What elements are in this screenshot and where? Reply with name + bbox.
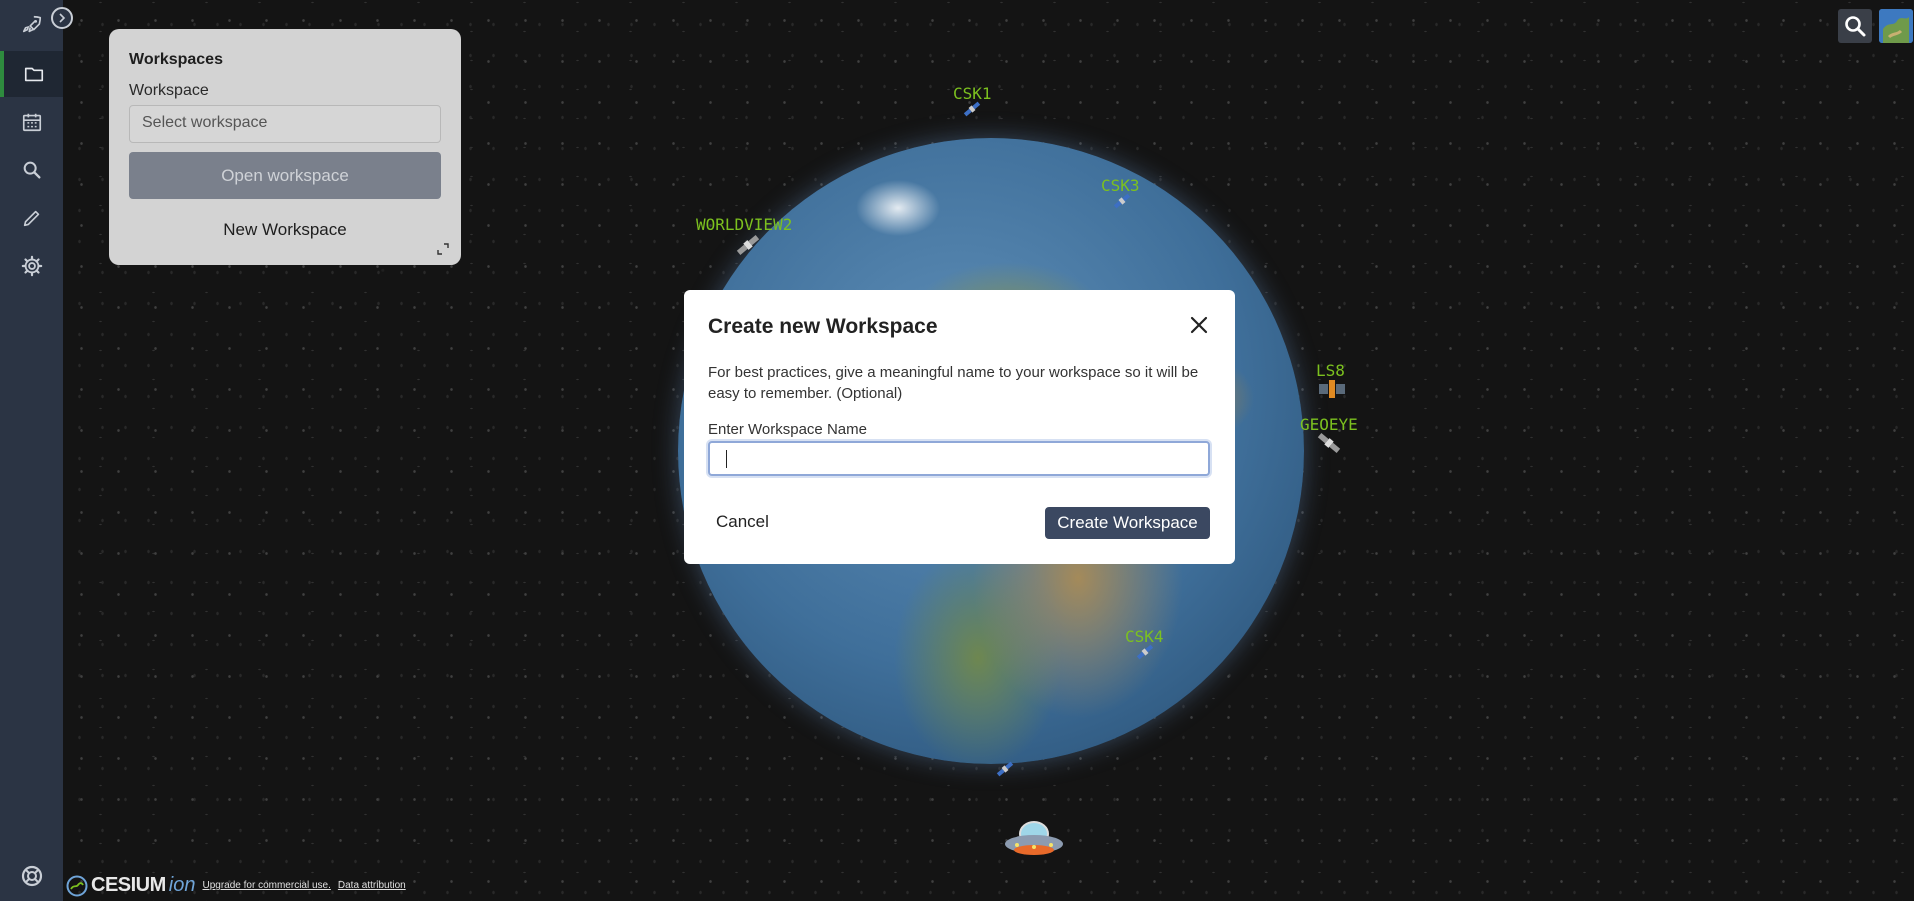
sidebar	[0, 0, 63, 901]
satellite-icon[interactable]	[1314, 428, 1344, 458]
workspace-label: Workspace	[129, 82, 209, 99]
workspace-select[interactable]: Select workspace	[129, 105, 441, 143]
workspace-name-label: Enter Workspace Name	[708, 421, 867, 438]
create-workspace-button[interactable]: Create Workspace	[1045, 507, 1210, 539]
create-workspace-dialog: Create new Workspace For best practices,…	[684, 290, 1235, 564]
satellite-icon[interactable]	[1318, 376, 1346, 402]
map-layer-icon	[1879, 9, 1913, 43]
sidebar-item-search[interactable]	[0, 147, 63, 193]
dialog-title: Create new Workspace	[708, 315, 938, 338]
chevron-right-icon	[59, 13, 66, 23]
data-attribution-link[interactable]: Data attribution	[338, 880, 406, 891]
satellite-icon[interactable]	[961, 98, 983, 120]
close-icon[interactable]	[1188, 314, 1210, 336]
spacecraft-icon[interactable]	[1003, 820, 1065, 858]
workspaces-panel: Workspaces Workspace Select workspace Op…	[109, 29, 461, 265]
cesium-credits: CESIUM ion Upgrade for commercial use. D…	[66, 874, 406, 897]
geocoder-search-button[interactable]	[1838, 9, 1872, 43]
satellite-icon[interactable]	[1134, 641, 1156, 663]
expand-icon[interactable]	[437, 243, 449, 255]
pencil-icon	[23, 210, 39, 227]
dialog-description: For best practices, give a meaningful na…	[708, 364, 1199, 402]
folder-icon	[24, 67, 43, 82]
cesium-logo-text: CESIUM	[91, 874, 166, 896]
cancel-button[interactable]: Cancel	[716, 512, 769, 532]
open-workspace-button[interactable]: Open workspace	[129, 152, 441, 199]
search-icon	[23, 161, 41, 179]
gear-icon	[21, 255, 42, 277]
cesium-ion-text: ion	[168, 874, 196, 896]
satellite-icon[interactable]	[994, 758, 1016, 780]
workspace-name-input[interactable]	[708, 441, 1210, 476]
new-workspace-button[interactable]: New Workspace	[129, 220, 441, 240]
lifebuoy-icon[interactable]	[20, 864, 44, 888]
sidebar-item-draw[interactable]	[0, 195, 63, 241]
satellite-icon[interactable]	[1111, 190, 1133, 212]
satellite-icon[interactable]	[733, 230, 763, 260]
text-caret	[726, 450, 727, 468]
collapse-sidebar-button[interactable]	[51, 7, 73, 29]
upgrade-link[interactable]: Upgrade for commercial use.	[203, 880, 331, 891]
base-layer-picker[interactable]	[1879, 9, 1913, 43]
rocket-icon	[22, 15, 41, 33]
sidebar-item-calendar[interactable]	[0, 99, 63, 145]
sidebar-item-workspaces[interactable]	[0, 51, 63, 97]
cesium-logo-icon	[66, 875, 88, 896]
sidebar-item-settings[interactable]	[0, 243, 63, 289]
panel-title: Workspaces	[129, 51, 223, 68]
calendar-icon	[22, 113, 41, 132]
search-icon	[1845, 16, 1866, 37]
